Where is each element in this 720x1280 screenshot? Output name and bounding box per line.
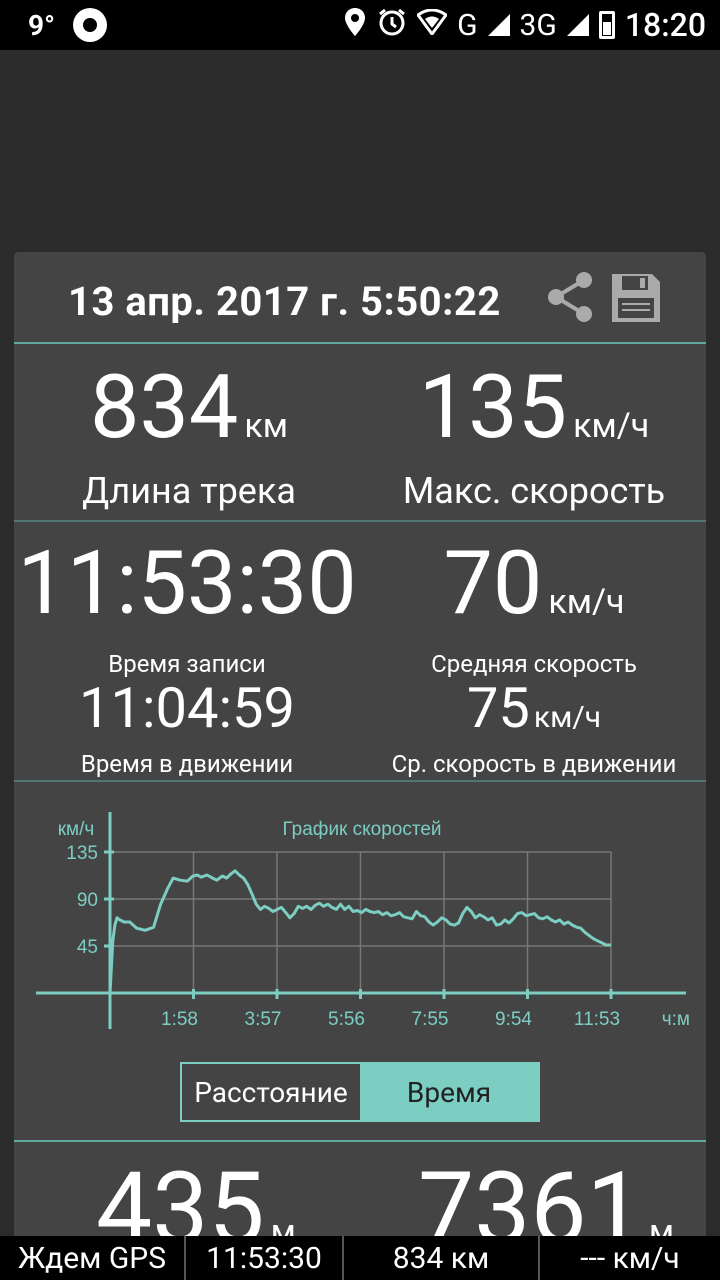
- moving-time-label: Время в движении: [80, 750, 294, 778]
- max-speed-stat: 135 км/ч Макс. скорость: [384, 364, 684, 513]
- avg-moving-speed-unit: км/ч: [533, 700, 602, 735]
- card-header: 13 апр. 2017 г. 5:50:22: [14, 252, 706, 344]
- avg-speed-label: Средняя скорость: [431, 650, 637, 678]
- max-speed-label: Макс. скорость: [402, 470, 666, 512]
- record-time-label: Время записи: [108, 650, 266, 678]
- toggle-distance[interactable]: Расстояние: [182, 1064, 360, 1120]
- network-g-label: G: [457, 7, 478, 43]
- record-time-value: 11:53:30: [17, 532, 357, 635]
- gps-status-bar: Ждем GPS 11:53:30 834 км --- км/ч: [0, 1236, 720, 1280]
- x-tick-label: 5:56: [328, 1009, 365, 1030]
- y-tick-label: 90: [77, 890, 98, 911]
- track-length-stat: 834 км Длина трека: [44, 364, 334, 513]
- divider: [14, 1140, 706, 1142]
- x-axis-label: ч:м: [662, 1009, 690, 1030]
- track-length-unit: км: [244, 406, 288, 446]
- avg-speed-value: 70: [443, 532, 543, 635]
- status-bar: 9° G 3G 18:20: [0, 0, 720, 50]
- gps-status: Ждем GPS: [0, 1236, 186, 1280]
- gps-speed: --- км/ч: [580, 1240, 680, 1276]
- max-speed-unit: км/ч: [573, 406, 650, 446]
- y-axis-label: км/ч: [58, 819, 95, 840]
- divider: [14, 520, 706, 522]
- track-length-value: 834: [90, 356, 239, 459]
- record-time-stat: 11:53:30 Время записи: [14, 532, 360, 679]
- y-tick-label: 45: [77, 937, 98, 958]
- speed-chart: 45 90 135 1:58 3:57 5:56 7:55 9:54 11:53 км/ч ч:м Г…: [14, 807, 706, 1047]
- track-details-card: 13 апр. 2017 г. 5:50:22 834 км Длина тре…: [14, 252, 706, 1280]
- divider: [14, 342, 706, 344]
- signal-icon: [566, 14, 589, 36]
- speed-chart-svg: 45 90 135 1:58 3:57 5:56 7:55 9:54 11:53 км/ч ч:м Г…: [36, 812, 690, 1030]
- x-tick-label: 9:54: [495, 1009, 532, 1030]
- max-speed-value: 135: [418, 356, 568, 459]
- x-tick-label: 1:58: [161, 1009, 198, 1030]
- signal-icon: [487, 14, 510, 36]
- battery-icon: [598, 11, 615, 39]
- x-tick-label: 7:55: [412, 1009, 449, 1030]
- avg-speed-stat: 70 км/ч Средняя скорость: [384, 540, 684, 679]
- location-icon: [343, 7, 367, 44]
- clock-time: 18:20: [624, 6, 706, 44]
- toggle-time[interactable]: Время: [360, 1064, 538, 1120]
- chart-title: График скоростей: [282, 819, 441, 840]
- app-background: [0, 50, 720, 250]
- moving-time-value: 11:04:59: [79, 675, 295, 741]
- temperature-label: 9°: [28, 8, 55, 42]
- alarm-icon: [377, 7, 407, 44]
- save-icon[interactable]: [610, 272, 662, 324]
- avg-speed-unit: км/ч: [548, 582, 625, 622]
- track-datetime: 13 апр. 2017 г. 5:50:22: [68, 278, 501, 325]
- divider: [14, 780, 706, 782]
- avg-moving-speed-label: Ср. скорость в движении: [391, 750, 677, 778]
- wifi-icon: [415, 8, 449, 42]
- avg-moving-speed-value: 75: [466, 675, 530, 741]
- network-3g-label: 3G: [519, 7, 557, 43]
- avg-moving-speed-stat: 75 км/ч Ср. скорость в движении: [374, 680, 694, 778]
- record-indicator-icon: [72, 8, 107, 42]
- gps-distance: 834 км: [344, 1236, 540, 1280]
- share-icon[interactable]: [546, 270, 596, 324]
- x-tick-label: 3:57: [245, 1009, 282, 1030]
- moving-time-stat: 11:04:59 Время в движении: [14, 680, 360, 778]
- y-tick-label: 135: [66, 843, 98, 864]
- chart-mode-toggle: Расстояние Время: [180, 1062, 540, 1122]
- track-length-label: Длина трека: [82, 470, 296, 512]
- gps-time: 11:53:30: [186, 1236, 344, 1280]
- x-tick-label: 11:53: [574, 1009, 620, 1030]
